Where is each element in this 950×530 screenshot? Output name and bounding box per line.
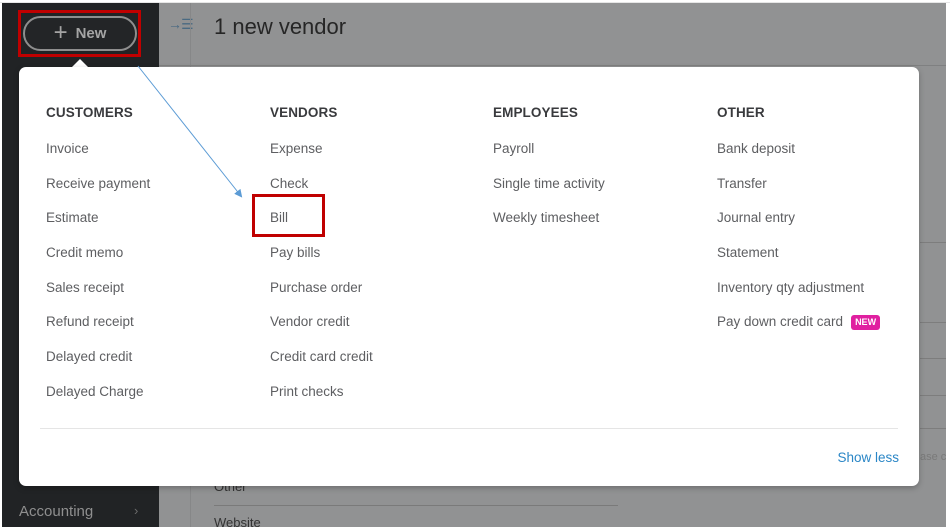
column-employees: EMPLOYEES Payroll Single time activity W… bbox=[493, 105, 605, 244]
menu-item-bank-deposit[interactable]: Bank deposit bbox=[717, 140, 880, 175]
column-heading: VENDORS bbox=[270, 105, 338, 120]
menu-item-refund-receipt[interactable]: Refund receipt bbox=[46, 313, 150, 348]
menu-item-payroll[interactable]: Payroll bbox=[493, 140, 605, 175]
row-line bbox=[920, 322, 946, 323]
menu-item-sales-receipt[interactable]: Sales receipt bbox=[46, 279, 150, 314]
menu-item-credit-memo[interactable]: Credit memo bbox=[46, 244, 150, 279]
chevron-right-icon: › bbox=[134, 503, 139, 518]
bill-highlight-annotation bbox=[252, 194, 325, 237]
menu-item-receive-payment[interactable]: Receive payment bbox=[46, 175, 150, 210]
menu-item-vendor-credit[interactable]: Vendor credit bbox=[270, 313, 373, 348]
column-heading: EMPLOYEES bbox=[493, 105, 578, 120]
row-line bbox=[920, 242, 946, 243]
header-bottom-border bbox=[159, 65, 946, 66]
menu-item-pay-bills[interactable]: Pay bills bbox=[270, 244, 373, 279]
row-line bbox=[920, 428, 946, 429]
menu-item-single-time-activity[interactable]: Single time activity bbox=[493, 175, 605, 210]
menu-item-credit-card-credit[interactable]: Credit card credit bbox=[270, 348, 373, 383]
menu-item-delayed-charge[interactable]: Delayed Charge bbox=[46, 383, 150, 418]
menu-item-statement[interactable]: Statement bbox=[717, 244, 880, 279]
popup-caret bbox=[72, 59, 88, 67]
row-line bbox=[920, 395, 946, 396]
column-heading: CUSTOMERS bbox=[46, 105, 133, 120]
menu-item-delayed-credit[interactable]: Delayed credit bbox=[46, 348, 150, 383]
field-label-website: Website bbox=[214, 515, 261, 530]
menu-item-purchase-order[interactable]: Purchase order bbox=[270, 279, 373, 314]
menu-item-invoice[interactable]: Invoice bbox=[46, 140, 150, 175]
collapse-menu-icon[interactable]: →☰ bbox=[168, 16, 194, 33]
column-customers: CUSTOMERS Invoice Receive payment Estima… bbox=[46, 105, 150, 418]
popup-divider bbox=[40, 428, 898, 429]
menu-item-weekly-timesheet[interactable]: Weekly timesheet bbox=[493, 209, 605, 244]
column-heading: OTHER bbox=[717, 105, 765, 120]
background-hint-text: ase c bbox=[920, 451, 947, 463]
sidebar-item-accounting[interactable]: Accounting bbox=[19, 503, 93, 520]
page-title: 1 new vendor bbox=[214, 14, 347, 39]
menu-item-pay-down-credit-card[interactable]: Pay down credit card NEW bbox=[717, 313, 881, 348]
column-other: OTHER Bank deposit Transfer Journal entr… bbox=[717, 105, 881, 348]
row-line bbox=[920, 358, 946, 359]
show-less-link[interactable]: Show less bbox=[837, 450, 899, 465]
new-badge: NEW bbox=[851, 315, 881, 331]
menu-item-print-checks[interactable]: Print checks bbox=[270, 383, 373, 418]
menu-item-expense[interactable]: Expense bbox=[270, 140, 373, 175]
menu-item-estimate[interactable]: Estimate bbox=[46, 209, 150, 244]
column-vendors: VENDORS Expense Check Bill Pay bills Pur… bbox=[270, 105, 373, 418]
menu-item-inventory-qty-adjustment[interactable]: Inventory qty adjustment bbox=[717, 279, 880, 314]
menu-item-journal-entry[interactable]: Journal entry bbox=[717, 209, 880, 244]
menu-item-label: Pay down credit card bbox=[717, 314, 844, 330]
menu-item-transfer[interactable]: Transfer bbox=[717, 175, 880, 210]
new-menu-popup: CUSTOMERS Invoice Receive payment Estima… bbox=[19, 67, 919, 486]
field-divider bbox=[214, 505, 618, 506]
new-button-highlight-annotation bbox=[18, 10, 141, 57]
